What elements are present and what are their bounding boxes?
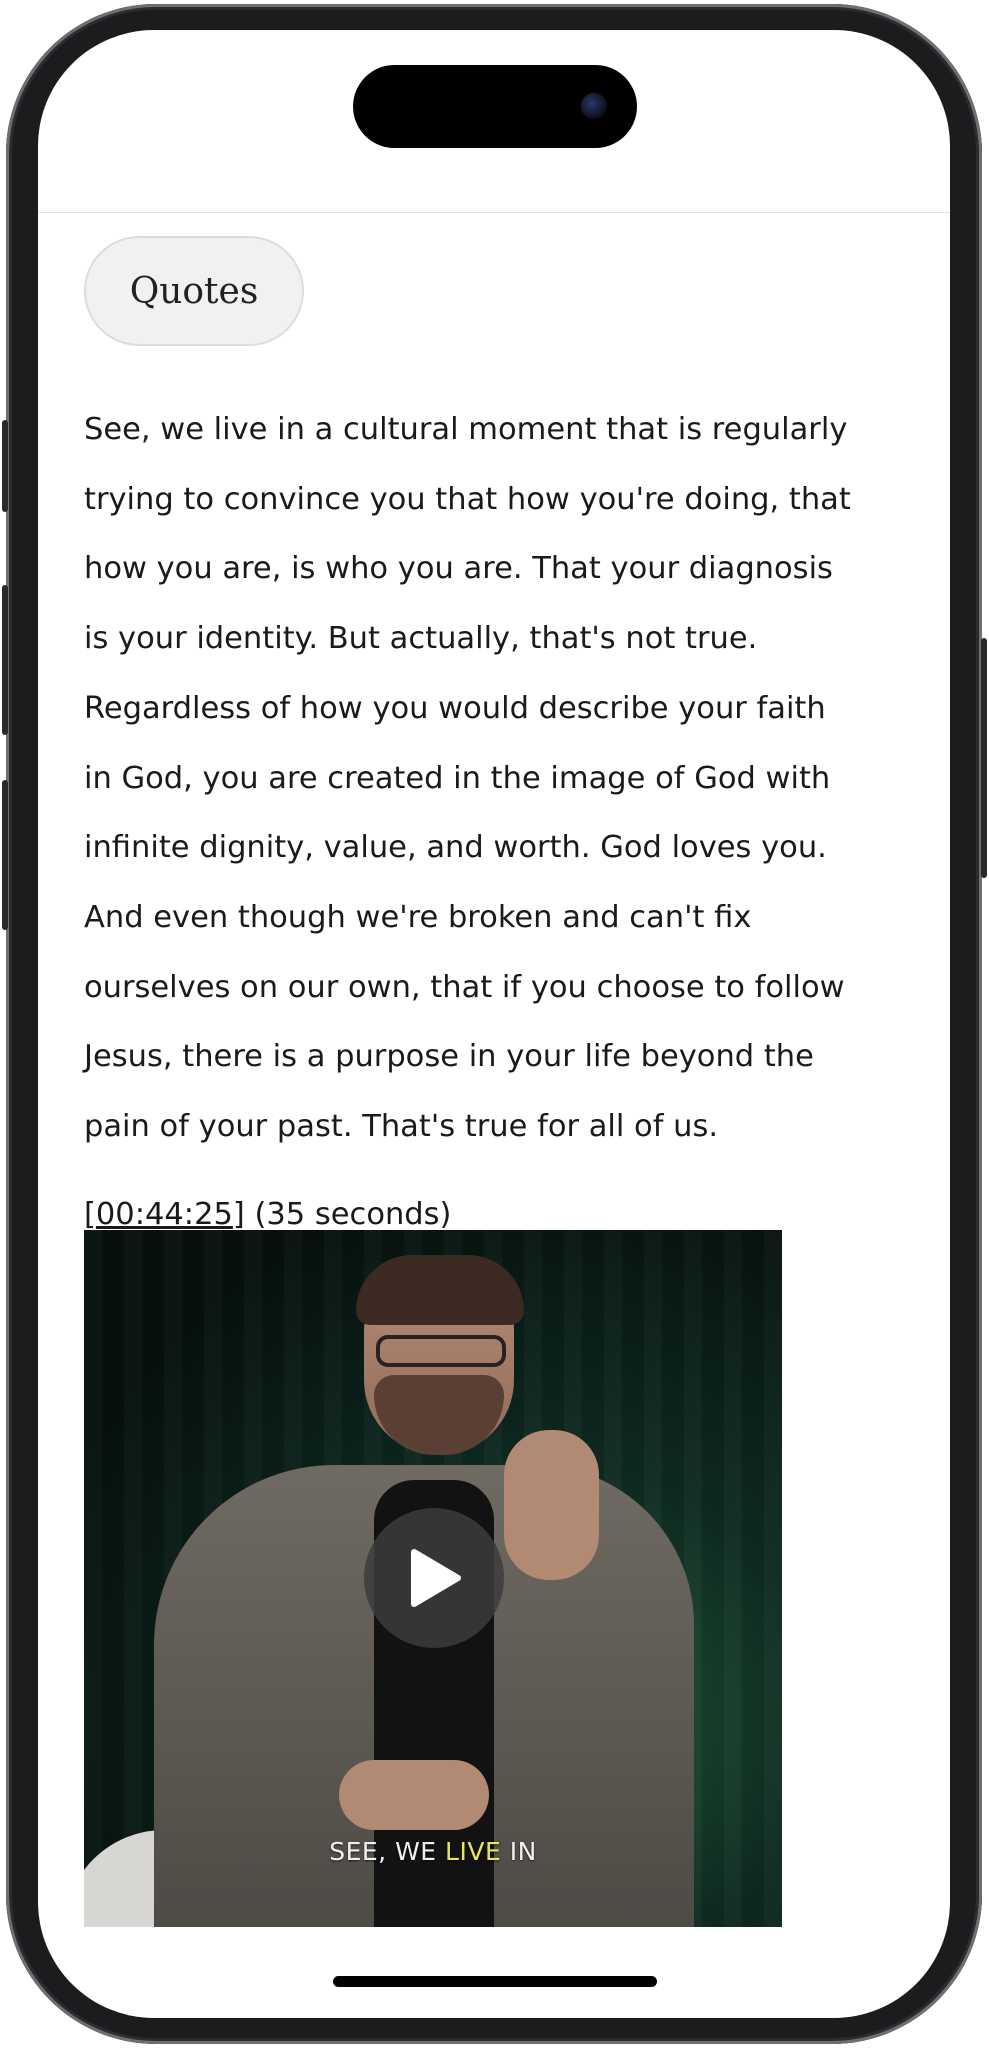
quote-line: Regardless of how you would describe you… (84, 690, 826, 726)
duration-text: (35 seconds) (244, 1197, 452, 1232)
quote-line: is your identity. But actually, that's n… (84, 621, 758, 657)
quote-line: See, we live in a cultural moment that i… (84, 412, 848, 447)
dynamic-island (353, 65, 637, 148)
caption-text-before: SEE, WE (329, 1837, 446, 1866)
quote-line: Jesus, there is a purpose in your life b… (84, 1039, 814, 1075)
volume-down-button (2, 780, 8, 930)
video-player[interactable]: SEE, WE LIVE IN (84, 1230, 782, 1927)
video-caption: SEE, WE LIVE IN (84, 1837, 782, 1866)
quote-line: in God, you are created in the image of … (84, 760, 831, 796)
speaker-hair (356, 1255, 524, 1325)
camera-icon (581, 93, 607, 119)
speaker-glasses (376, 1335, 506, 1367)
caption-highlight: LIVE (445, 1837, 502, 1866)
timestamp-link[interactable]: 00:44:25 (96, 1197, 233, 1232)
timestamp-bracket-close: ] (232, 1197, 245, 1232)
volume-up-button (2, 585, 8, 735)
caption-text-after: IN (501, 1837, 537, 1866)
quote-line: ourselves on our own, that if you choose… (84, 969, 845, 1005)
quote-line: And even though we're broken and can't f… (84, 899, 752, 935)
quotes-chip-label: Quotes (129, 270, 259, 312)
quotes-chip[interactable]: Quotes (84, 236, 304, 346)
play-button[interactable] (364, 1508, 504, 1648)
quote-text: See, we live in a cultural moment that i… (84, 395, 914, 1162)
quote-line: infinite dignity, value, and worth. God … (84, 830, 827, 866)
quote-line: trying to convince you that how you're d… (84, 481, 851, 517)
header-divider (38, 212, 950, 213)
action-button (2, 420, 8, 512)
speaker-hand-left (339, 1760, 489, 1830)
quote-line: how you are, is who you are. That your d… (84, 551, 833, 587)
home-indicator[interactable] (333, 1976, 657, 1987)
power-button (981, 638, 987, 878)
timestamp-bracket-open: [ (84, 1197, 96, 1232)
device-canvas: Quotes See, we live in a cultural moment… (0, 0, 989, 2048)
phone-screen: Quotes See, we live in a cultural moment… (38, 30, 950, 2018)
quote-line: pain of your past. That's true for all o… (84, 1109, 719, 1145)
speaker-hand-right (504, 1430, 599, 1580)
play-icon (411, 1549, 461, 1607)
